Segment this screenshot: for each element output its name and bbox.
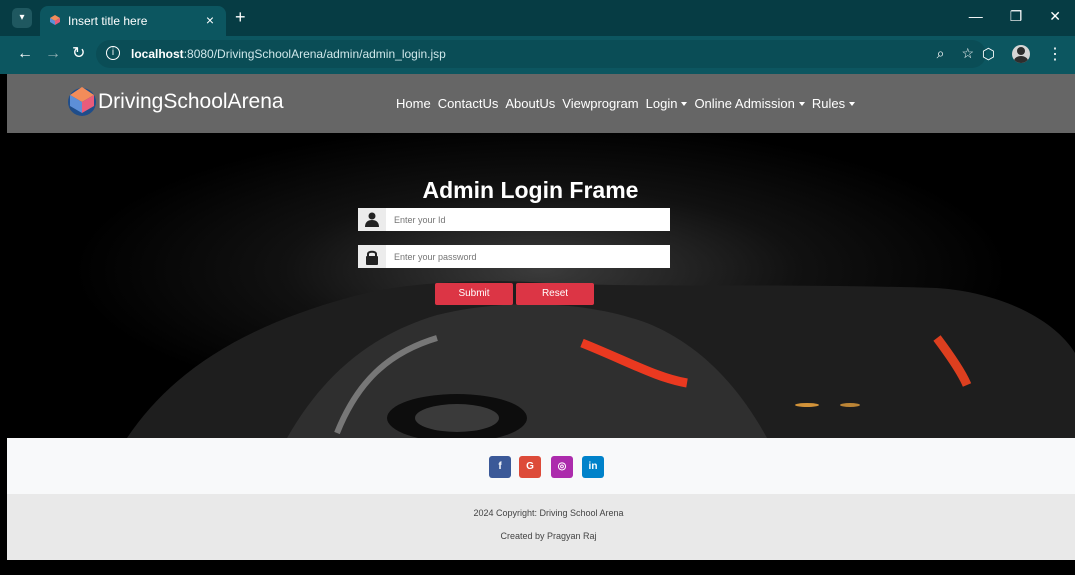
site-navbar: DrivingSchoolArena Home ContactUs AboutU… — [7, 74, 1075, 133]
restore-icon[interactable]: ❐ — [1010, 8, 1023, 25]
linkedin-icon[interactable]: in — [582, 456, 604, 478]
google-icon[interactable]: G — [519, 456, 541, 478]
login-title: Admin Login Frame — [422, 177, 639, 203]
favicon-icon — [50, 15, 60, 25]
nav-aboutus-label: AboutUs — [505, 96, 556, 111]
credit-text: Created by Pragyan Raj — [500, 531, 597, 541]
lock-icon — [358, 245, 386, 268]
nav-contactus[interactable]: ContactUs — [438, 96, 499, 111]
password-field — [358, 245, 670, 268]
reset-button[interactable]: Reset — [516, 283, 594, 305]
chevron-down-icon — [798, 102, 805, 106]
nav-online-admission-dropdown[interactable]: Online Admission — [694, 96, 805, 111]
nav-login-dropdown[interactable]: Login — [646, 96, 688, 111]
address-bar-row: ← → ↻ i localhost:8080/DrivingSchoolAren… — [0, 36, 1075, 74]
close-window-icon[interactable]: ✕ — [1049, 8, 1061, 25]
minimize-icon[interactable]: — — [969, 8, 983, 25]
reload-icon[interactable]: ↻ — [72, 45, 85, 63]
main-menu: Home ContactUs AboutUs Viewprogram Login… — [396, 96, 856, 111]
site-footer: 2024 Copyright: Driving School Arena Cre… — [7, 494, 1075, 560]
logo-icon — [68, 87, 96, 116]
nav-viewprogram[interactable]: Viewprogram — [562, 96, 638, 111]
nav-rules-label: Rules — [811, 96, 846, 111]
new-tab-button[interactable]: + — [235, 7, 246, 28]
site-info-icon[interactable]: i — [106, 46, 120, 60]
id-input[interactable] — [386, 208, 666, 231]
address-bar[interactable]: i localhost:8080/DrivingSchoolArena/admi… — [96, 40, 986, 68]
instagram-icon[interactable]: ◎ — [551, 456, 573, 478]
chevron-down-icon — [681, 102, 688, 106]
forward-icon[interactable]: → — [45, 45, 61, 63]
nav-rules-dropdown[interactable]: Rules — [811, 96, 856, 111]
social-links-bar: f G ◎ in — [7, 438, 1075, 494]
copyright-text: 2024 Copyright: Driving School Arena — [473, 508, 624, 518]
browser-tab[interactable]: Insert title here × — [40, 6, 226, 36]
submit-button[interactable]: Submit — [435, 283, 513, 305]
facebook-icon[interactable]: f — [489, 456, 511, 478]
bookmark-star-icon[interactable]: ☆ — [961, 45, 974, 62]
hero-car-background: Admin Login Frame Submit Reset — [7, 133, 1075, 438]
nav-login-label: Login — [645, 96, 678, 111]
menu-icon[interactable]: ⋮ — [1047, 44, 1063, 64]
extensions-icon[interactable]: ⬡ — [982, 45, 995, 63]
nav-home[interactable]: Home — [396, 96, 431, 111]
url-text[interactable]: localhost:8080/DrivingSchoolArena/admin/… — [131, 47, 446, 61]
password-input[interactable] — [386, 245, 666, 268]
tab-close-icon[interactable]: × — [206, 12, 214, 28]
chevron-down-icon — [849, 102, 856, 106]
id-field — [358, 208, 670, 231]
nav-online-admission-label: Online Admission — [694, 96, 795, 111]
nav-contactus-label: ContactUs — [437, 96, 499, 111]
tab-search-button[interactable]: ▾ — [12, 8, 32, 28]
nav-viewprogram-label: Viewprogram — [562, 96, 639, 111]
zoom-icon[interactable]: ⌕ — [937, 45, 945, 62]
user-icon — [358, 208, 386, 231]
nav-aboutus[interactable]: AboutUs — [505, 96, 555, 111]
brand-name[interactable]: DrivingSchoolArena — [98, 90, 284, 114]
back-icon[interactable]: ← — [17, 45, 33, 63]
url-path: :8080/DrivingSchoolArena/admin/admin_log… — [183, 47, 446, 61]
nav-home-label: Home — [396, 96, 431, 111]
tab-title: Insert title here — [68, 14, 148, 28]
profile-avatar[interactable] — [1012, 45, 1030, 63]
browser-tab-strip: ▾ Insert title here × + — ❐ ✕ — [0, 0, 1075, 36]
url-host: localhost — [131, 47, 184, 61]
